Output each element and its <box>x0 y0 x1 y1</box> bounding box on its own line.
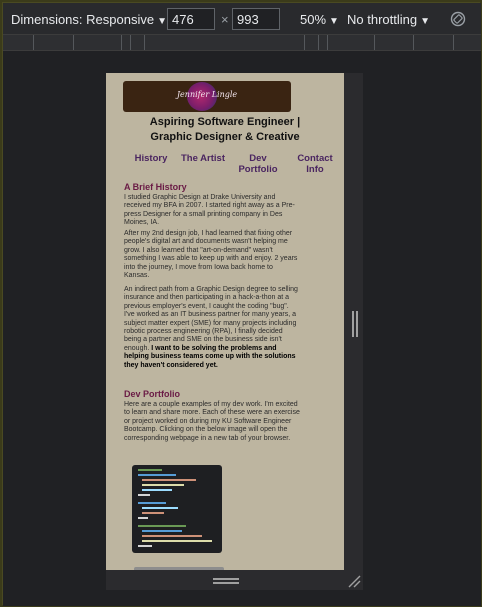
history-title: A Brief History <box>124 182 187 192</box>
times-symbol: × <box>221 12 229 27</box>
ruler-tick <box>453 35 454 50</box>
ruler-tick <box>130 35 131 50</box>
height-input[interactable] <box>232 8 280 30</box>
zoom-dropdown[interactable]: 50% ▼ <box>300 12 339 27</box>
nav-link-history[interactable]: History <box>126 153 176 164</box>
portfolio-title: Dev Portfolio <box>124 389 181 399</box>
ruler-tick <box>327 35 328 50</box>
media-query-ruler <box>3 35 481 51</box>
caret-down-icon: ▼ <box>329 16 339 27</box>
ruler-tick <box>304 35 305 50</box>
portfolio-paragraph: Here are a couple examples of my dev wor… <box>124 401 300 442</box>
width-resize-handle[interactable] <box>352 311 358 337</box>
nav-link-dev-portfolio[interactable]: Dev Portfolio <box>232 153 284 175</box>
history-paragraph-3: An indirect path from a Graphic Design d… <box>124 286 300 370</box>
tagline-line-2: Graphic Designer & Creative <box>150 131 300 143</box>
dimensions-dropdown[interactable]: Dimensions: Responsive ▼ <box>11 12 167 27</box>
history-paragraph-3-bold: I want to be solving the problems and he… <box>124 344 296 369</box>
throttle-label: No throttling <box>347 12 418 27</box>
ruler-tick <box>318 35 319 50</box>
height-resize-handle[interactable] <box>213 578 239 584</box>
nav-link-contact-info[interactable]: Contact Info <box>292 153 338 175</box>
ruler-tick <box>33 35 34 50</box>
ruler-tick <box>73 35 74 50</box>
device-viewport-area: Jennifer Lingle Aspiring Software Engine… <box>3 51 481 606</box>
portfolio-project-thumbnail[interactable] <box>132 465 222 553</box>
width-input[interactable] <box>167 8 215 30</box>
rotate-icon[interactable] <box>450 11 466 27</box>
ruler-tick <box>144 35 145 50</box>
device-toolbar: Dimensions: Responsive▼ × 50%▼ No thrott… <box>3 3 481 35</box>
next-thumbnail-edge <box>134 567 224 570</box>
resize-corner-icon[interactable] <box>347 574 361 588</box>
history-paragraph-2: After my 2nd design job, I had learned t… <box>124 230 298 280</box>
site-logo[interactable]: Jennifer Lingle <box>123 81 291 112</box>
ruler-tick <box>374 35 375 50</box>
caret-down-icon: ▼ <box>157 16 167 27</box>
history-paragraph-3-text: An indirect path from a Graphic Design d… <box>124 286 298 352</box>
throttling-dropdown[interactable]: No throttling ▼ <box>347 12 430 27</box>
tagline-line-1: Aspiring Software Engineer | <box>149 116 301 128</box>
emulated-page: Jennifer Lingle Aspiring Software Engine… <box>106 73 344 570</box>
dimensions-label: Dimensions: Responsive <box>11 12 155 27</box>
history-paragraph-1: I studied Graphic Design at Drake Univer… <box>124 194 295 227</box>
logo-text: Jennifer Lingle <box>176 90 238 99</box>
caret-down-icon: ▼ <box>420 16 430 27</box>
site-tagline: Aspiring Software Engineer | Graphic Des… <box>106 115 344 145</box>
nav-link-the-artist[interactable]: The Artist <box>178 153 228 164</box>
devtools-frame: Dimensions: Responsive▼ × 50%▼ No thrott… <box>2 2 481 606</box>
ruler-tick <box>121 35 122 50</box>
ruler-tick <box>413 35 414 50</box>
zoom-label: 50% <box>300 12 327 27</box>
